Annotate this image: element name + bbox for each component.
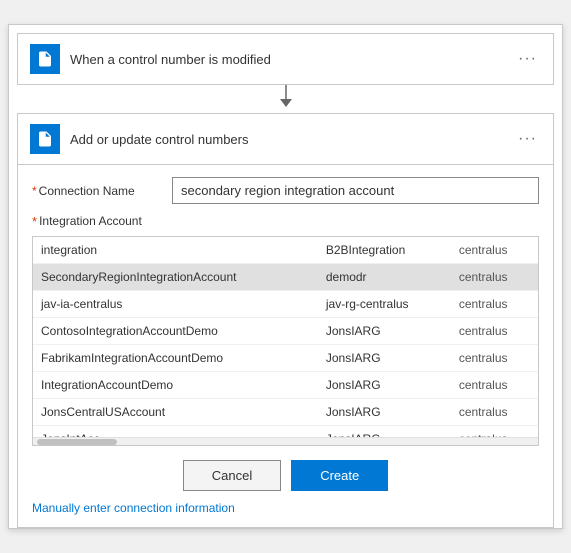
create-button[interactable]: Create (291, 460, 388, 491)
connection-name-input[interactable] (172, 177, 539, 204)
table-body: integrationB2BIntegrationcentralusSecond… (33, 237, 538, 437)
table-cell: centralus (451, 237, 538, 264)
step2-title: Add or update control numbers (70, 132, 249, 147)
horizontal-scrollbar (33, 437, 538, 445)
table-cell: JonsIARG (318, 345, 451, 372)
table-cell: integration (33, 237, 318, 264)
table-row[interactable]: SecondaryRegionIntegrationAccountdemodrc… (33, 264, 538, 291)
table-cell: JonsIARG (318, 399, 451, 426)
table-cell: centralus (451, 372, 538, 399)
table-cell: jav-rg-centralus (318, 291, 451, 318)
step1-ellipsis-button[interactable]: ··· (514, 48, 541, 70)
table-cell: centralus (451, 291, 538, 318)
step1-left: When a control number is modified (30, 44, 271, 74)
integration-required: * (32, 214, 37, 229)
table-scroll-area[interactable]: integrationB2BIntegrationcentralusSecond… (33, 237, 538, 437)
table-cell: ContosoIntegrationAccountDemo (33, 318, 318, 345)
form-area: *Connection Name * Integration Account i… (17, 165, 554, 528)
table-cell: centralus (451, 345, 538, 372)
table-cell: centralus (451, 399, 538, 426)
table-row[interactable]: FabrikamIntegrationAccountDemoJonsIARGce… (33, 345, 538, 372)
integration-account-label-row: * Integration Account (32, 214, 539, 232)
table-row[interactable]: JonsIntAccJonsIARGcentralus (33, 426, 538, 438)
integration-account-label: Integration Account (39, 214, 142, 228)
step2-left: Add or update control numbers (30, 124, 249, 154)
step1-block: When a control number is modified ··· (17, 33, 554, 85)
table-cell: B2BIntegration (318, 237, 451, 264)
table-row[interactable]: integrationB2BIntegrationcentralus (33, 237, 538, 264)
step1-icon (30, 44, 60, 74)
document2-icon (36, 130, 54, 148)
arrow-connector (9, 85, 562, 113)
manual-link[interactable]: Manually enter connection information (32, 501, 539, 515)
down-arrow-icon (276, 85, 296, 113)
table-cell: JonsIntAcc (33, 426, 318, 438)
step2-icon (30, 124, 60, 154)
integration-account-table-container: integrationB2BIntegrationcentralusSecond… (32, 236, 539, 446)
table-cell: jav-ia-centralus (33, 291, 318, 318)
table-cell: SecondaryRegionIntegrationAccount (33, 264, 318, 291)
table-cell: centralus (451, 318, 538, 345)
table-cell: JonsCentralUSAccount (33, 399, 318, 426)
connection-name-required: * (32, 184, 37, 198)
table-cell: centralus (451, 264, 538, 291)
table-row[interactable]: IntegrationAccountDemoJonsIARGcentralus (33, 372, 538, 399)
table-cell: FabrikamIntegrationAccountDemo (33, 345, 318, 372)
button-row: Cancel Create (32, 460, 539, 491)
connection-name-row: *Connection Name (32, 177, 539, 204)
table-row[interactable]: jav-ia-centralusjav-rg-centraluscentralu… (33, 291, 538, 318)
document-icon (36, 50, 54, 68)
table-row[interactable]: ContosoIntegrationAccountDemoJonsIARGcen… (33, 318, 538, 345)
step2-block: Add or update control numbers ··· (17, 113, 554, 165)
table-cell: IntegrationAccountDemo (33, 372, 318, 399)
step1-title: When a control number is modified (70, 52, 271, 67)
table-cell: centralus (451, 426, 538, 438)
step2-ellipsis-button[interactable]: ··· (514, 128, 541, 150)
horizontal-scrollbar-thumb (37, 439, 117, 445)
table-cell: JonsIARG (318, 426, 451, 438)
cancel-button[interactable]: Cancel (183, 460, 281, 491)
connection-name-label: *Connection Name (32, 184, 172, 198)
table-cell: JonsIARG (318, 372, 451, 399)
table-row[interactable]: JonsCentralUSAccountJonsIARGcentralus (33, 399, 538, 426)
table-cell: demodr (318, 264, 451, 291)
table-cell: JonsIARG (318, 318, 451, 345)
integration-account-table: integrationB2BIntegrationcentralusSecond… (33, 237, 538, 437)
